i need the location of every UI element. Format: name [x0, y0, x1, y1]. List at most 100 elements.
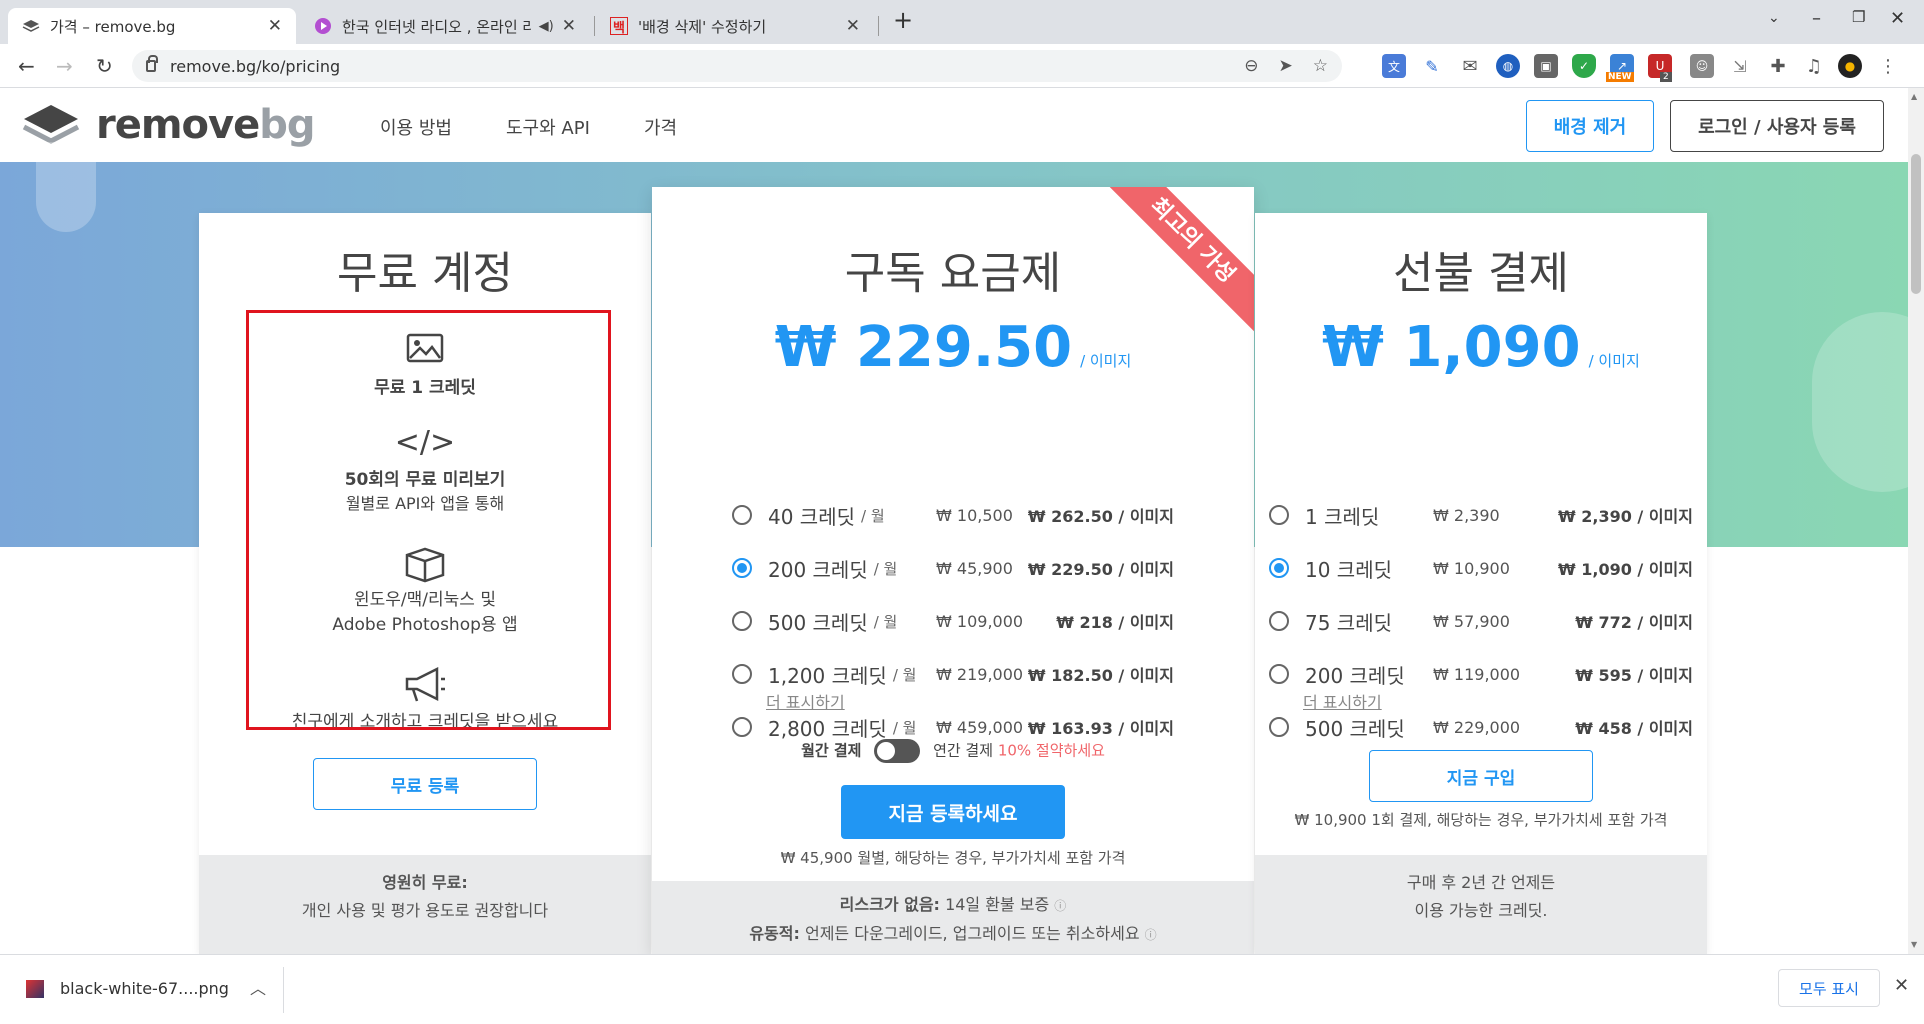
download-filename[interactable]: black-white-67....png — [60, 979, 229, 998]
globe-extension-icon[interactable]: ◍ — [1496, 54, 1520, 78]
radio-favicon-icon — [314, 17, 332, 35]
scroll-up-icon[interactable]: ▲ — [1911, 92, 1917, 101]
prepaid-plan-radio[interactable] — [1269, 611, 1289, 631]
tab-separator — [594, 16, 595, 36]
png-file-icon — [26, 980, 44, 998]
media-control-icon[interactable]: ♫ — [1802, 54, 1826, 78]
subscription-price: ₩ 229.50/ 이미지 — [774, 315, 1132, 380]
free-signup-button[interactable]: 무료 등록 — [313, 758, 537, 810]
credits-label: 75 크레딧 — [1305, 610, 1393, 635]
bookmark-star-icon[interactable]: ☆ — [1313, 56, 1328, 76]
per-image-price: ₩ 182.50 / 이미지 — [1027, 666, 1174, 685]
divider — [283, 967, 284, 1013]
login-button[interactable]: 로그인 / 사용자 등록 — [1670, 100, 1884, 152]
url-text: remove.bg/ko/pricing — [170, 56, 341, 76]
close-window-icon[interactable]: ✕ — [1890, 8, 1905, 29]
prepaid-plan-row[interactable]: 10 크레딧 ₩ 10,900 ₩ 1,090 / 이미지 — [1269, 553, 1693, 583]
new-badge: NEW — [1606, 72, 1634, 82]
pen-extension-icon[interactable]: ✎ — [1420, 54, 1444, 78]
prepaid-plan-row[interactable]: 500 크레딧 ₩ 229,000 ₩ 458 / 이미지 — [1269, 712, 1693, 742]
subscription-show-more-link[interactable]: 더 표시하기 — [766, 689, 845, 713]
zoom-icon[interactable]: ⊖ — [1244, 56, 1258, 76]
edit-favicon-icon: 백 — [610, 17, 628, 36]
download-bar: black-white-67....png ︿ 모두 표시 ✕ — [0, 954, 1924, 1024]
billing-toggle-row: 월간 결제 연간 결제 10% 절약하세요 — [652, 739, 1254, 763]
subscription-plan-radio[interactable] — [732, 664, 752, 684]
billing-toggle[interactable] — [874, 739, 921, 763]
prepaid-plan-radio[interactable] — [1269, 558, 1289, 578]
restore-icon[interactable]: ❐ — [1852, 8, 1865, 26]
per-month-label: / 월 — [861, 506, 885, 525]
total-price: ₩ 219,000 — [936, 664, 1024, 684]
translate-extension-icon[interactable]: 文 — [1382, 54, 1406, 78]
person-extension-icon[interactable]: ☺ — [1690, 54, 1714, 78]
prepaid-plan-row[interactable]: 75 크레딧 ₩ 57,900 ₩ 772 / 이미지 — [1269, 606, 1693, 636]
prepaid-footer: 구매 후 2년 간 언제든 이용 가능한 크레딧. — [1255, 855, 1707, 954]
buy-now-button[interactable]: 지금 구입 — [1369, 750, 1593, 802]
show-all-button[interactable]: 모두 표시 — [1778, 969, 1880, 1007]
info-icon[interactable]: ⓘ — [1054, 899, 1066, 913]
tab-separator — [878, 16, 879, 36]
tab-edit[interactable]: 백 '배경 삭제' 수정하기 ✕ — [596, 8, 874, 44]
close-tab-icon[interactable]: ✕ — [562, 16, 576, 36]
prepaid-note: ₩ 10,900 1회 결제, 해당하는 경우, 부가가치세 포함 가격 — [1294, 811, 1668, 829]
contact-extension-icon[interactable]: ▣ — [1534, 54, 1558, 78]
forward-icon[interactable]: → — [56, 54, 73, 78]
subscription-plan-radio[interactable] — [732, 611, 752, 631]
speaker-icon[interactable]: ◀︎) — [539, 19, 554, 34]
nav-pricing[interactable]: 가격 — [644, 114, 677, 140]
profile-avatar[interactable]: ● — [1838, 54, 1862, 78]
page-scrollbar[interactable]: ▲ ▼ — [1908, 88, 1924, 954]
address-bar[interactable]: remove.bg/ko/pricing ⊖ ➤ ☆ — [132, 50, 1342, 82]
tab-search-icon[interactable]: ⌄ — [1768, 10, 1780, 26]
prepaid-plan-radio[interactable] — [1269, 664, 1289, 684]
nav-how-to[interactable]: 이용 방법 — [380, 114, 452, 140]
menu-kebab-icon[interactable]: ⋮ — [1876, 54, 1900, 78]
total-price: ₩ 10,500 — [936, 505, 1013, 525]
reload-icon[interactable]: ↻ — [96, 54, 113, 78]
tab-radio[interactable]: 한국 인터넷 라디오 , 온라인 라디오 ◀︎) ✕ — [300, 8, 590, 44]
close-tab-icon[interactable]: ✕ — [846, 16, 860, 36]
subscription-plan-radio[interactable] — [732, 505, 752, 525]
subscription-plan-row[interactable]: 1,200 크레딧 / 월 ₩ 219,000 ₩ 182.50 / 이미지 — [732, 659, 1174, 689]
nav-tools-api[interactable]: 도구와 API — [506, 114, 590, 140]
pointer-extension-icon[interactable]: ⇲ — [1728, 54, 1752, 78]
shield-extension-icon[interactable]: ✓ — [1572, 54, 1596, 78]
remove-bg-button[interactable]: 배경 제거 — [1526, 100, 1654, 152]
close-download-bar-icon[interactable]: ✕ — [1894, 975, 1909, 996]
free-plan-title: 무료 계정 — [337, 248, 513, 299]
subscription-plan-row[interactable]: 2,800 크레딧 / 월 ₩ 459,000 ₩ 163.93 / 이미지 — [732, 712, 1174, 742]
subscription-plan-row[interactable]: 200 크레딧 / 월 ₩ 45,900 ₩ 229.50 / 이미지 — [732, 553, 1174, 583]
info-icon[interactable]: ⓘ — [1145, 928, 1157, 942]
mail-extension-icon[interactable]: ✉ — [1458, 54, 1482, 78]
per-image-price: ₩ 1,090 / 이미지 — [1558, 560, 1693, 579]
prepaid-show-more-link[interactable]: 더 표시하기 — [1303, 689, 1382, 713]
send-icon[interactable]: ➤ — [1279, 56, 1293, 76]
subscribe-now-button[interactable]: 지금 등록하세요 — [841, 785, 1065, 839]
credits-label: 40 크레딧 — [768, 504, 856, 529]
scrollbar-thumb[interactable] — [1911, 154, 1921, 294]
prepaid-plan-row[interactable]: 1 크레딧 ₩ 2,390 ₩ 2,390 / 이미지 — [1269, 500, 1693, 530]
subscription-plan-row[interactable]: 40 크레딧 / 월 ₩ 10,500 ₩ 262.50 / 이미지 — [732, 500, 1174, 530]
per-image-price: ₩ 218 / 이미지 — [1056, 613, 1174, 632]
subscription-plan-radio[interactable] — [732, 717, 752, 737]
scroll-down-icon[interactable]: ▼ — [1911, 940, 1917, 949]
total-price: ₩ 2,390 — [1433, 505, 1500, 525]
prepaid-plan-radio[interactable] — [1269, 717, 1289, 737]
subscription-title: 구독 요금제 — [844, 248, 1062, 299]
close-tab-icon[interactable]: ✕ — [268, 16, 282, 36]
monthly-label: 월간 결제 — [801, 741, 862, 760]
tab-remove-bg[interactable]: 가격 – remove.bg ✕ — [8, 8, 296, 44]
chevron-up-icon[interactable]: ︿ — [250, 975, 266, 999]
per-image-price: ₩ 2,390 / 이미지 — [1558, 507, 1693, 526]
subscription-plan-row[interactable]: 500 크레딧 / 월 ₩ 109,000 ₩ 218 / 이미지 — [732, 606, 1174, 636]
extensions-puzzle-icon[interactable]: ✚ — [1766, 54, 1790, 78]
total-price: ₩ 459,000 — [936, 717, 1024, 737]
new-tab-button[interactable]: + — [893, 6, 913, 34]
minimize-icon[interactable]: – — [1812, 8, 1821, 29]
prepaid-price: ₩ 1,090/ 이미지 — [1322, 315, 1640, 380]
prepaid-plan-row[interactable]: 200 크레딧 ₩ 119,000 ₩ 595 / 이미지 — [1269, 659, 1693, 689]
prepaid-plan-radio[interactable] — [1269, 505, 1289, 525]
subscription-plan-radio[interactable] — [732, 558, 752, 578]
back-icon[interactable]: ← — [18, 54, 35, 78]
